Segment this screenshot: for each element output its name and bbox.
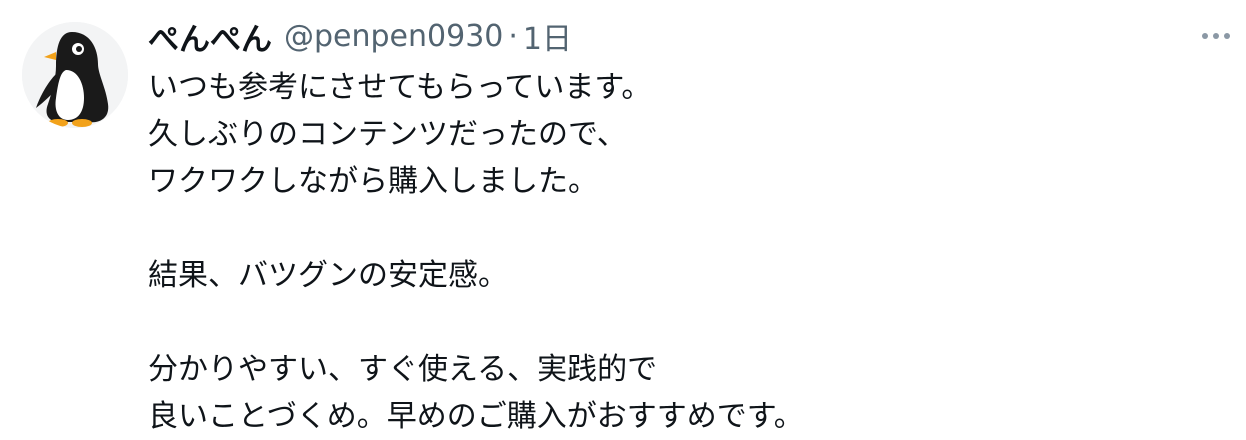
more-options-button[interactable] — [1196, 18, 1236, 54]
tweet-text-line: いつも参考にさせてもらっています。 — [148, 70, 652, 105]
tweet-text-line: ワクワクしながら購入しました。 — [148, 164, 598, 199]
tweet-text: いつも参考にさせてもらっています。 久しぶりのコンテンツだったので、 ワクワクし… — [148, 64, 1208, 440]
penguin-avatar-icon — [22, 22, 128, 128]
tweet-text-blank-line — [148, 299, 1208, 346]
more-horizontal-icon — [1202, 33, 1230, 39]
timestamp[interactable]: 1日 — [523, 14, 572, 58]
separator-dot: · — [508, 18, 518, 54]
tweet-text-blank-line — [148, 205, 1208, 252]
user-handle[interactable]: @penpen0930 — [284, 19, 503, 54]
tweet-text-line: 分かりやすい、すぐ使える、実践的で — [148, 352, 658, 387]
avatar[interactable] — [22, 22, 128, 128]
tweet-text-line: 結果、バツグンの安定感。 — [148, 258, 508, 293]
display-name[interactable]: ぺんぺん — [148, 14, 272, 59]
tweet-card[interactable]: ぺんぺん @penpen0930 · 1日 いつも参考にさせてもらっています。 … — [0, 0, 1246, 438]
tweet-text-line: 良いことづくめ。早めのご購入がおすすめです。 — [148, 399, 804, 434]
tweet-header: ぺんぺん @penpen0930 · 1日 — [148, 14, 572, 58]
tweet-text-line: 久しぶりのコンテンツだったので、 — [148, 117, 627, 152]
